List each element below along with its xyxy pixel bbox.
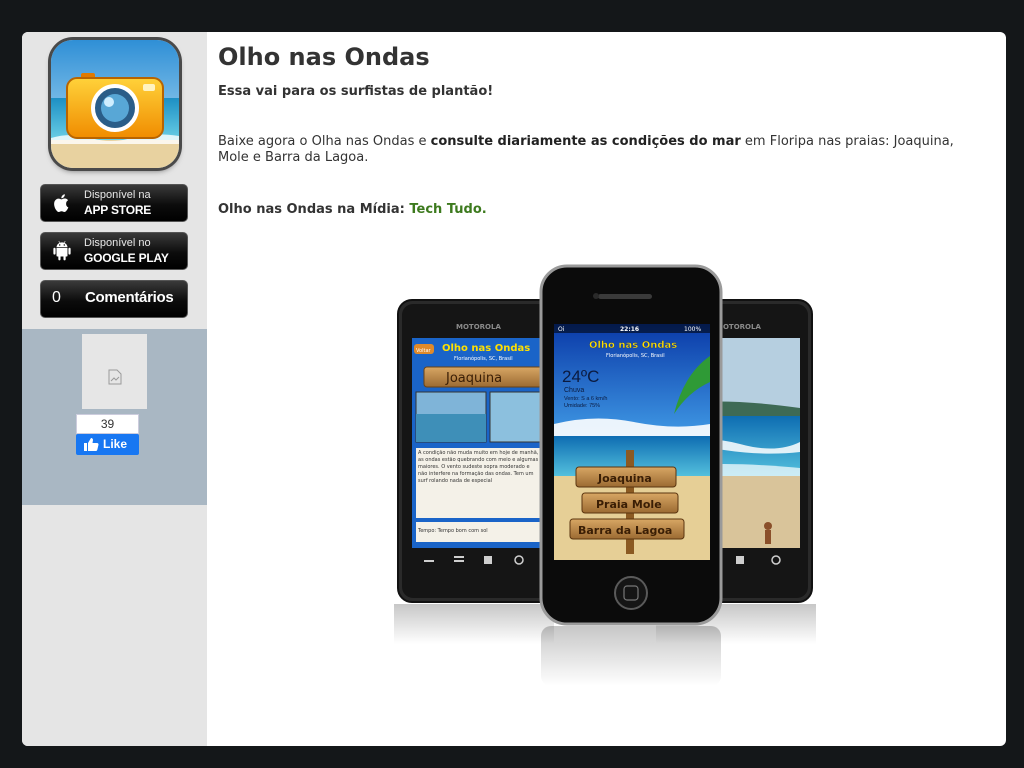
left-phone: MOTOROLA Voltar Olho nas Ondas Florianóp… [397,299,555,603]
facebook-like-button[interactable]: Like [76,434,139,455]
media-label: Olho nas Ondas na Mídia: [218,202,410,217]
left-condition-text: A condição não muda muito em hoje de man… [418,450,539,484]
social-box: 39 Like [22,329,207,505]
comments-count: 0 [52,289,61,306]
thumbs-up-icon [84,438,99,451]
center-condition: Chuva [564,387,584,394]
comments-button[interactable]: 0 Comentários [40,280,188,318]
sidebar: Disponível na APP STORE Disponível no GO… [22,32,207,746]
description-part1: Baixe agora o Olha nas Ondas e [218,134,431,149]
left-phone-brand: MOTOROLA [456,323,501,331]
tech-tudo-link[interactable]: Tech Tudo. [409,202,486,217]
center-humidity: Umidade: 75% [564,403,600,409]
media-line: Olho nas Ondas na Mídia: Tech Tudo. [218,202,487,217]
center-clock: 22:16 [620,326,639,333]
page-title: Olho nas Ondas [218,43,430,71]
broken-image-icon [108,369,122,385]
page-subtitle: Essa vai para os surfistas de plantão! [218,84,494,99]
broken-image-placeholder [82,334,147,409]
google-play-button[interactable]: Disponível no GOOGLE PLAY [40,232,188,270]
phones-illustration: MOTOROLA Voltar Olho nas Ondas Florianóp… [394,264,816,686]
right-phone-brand: MOTOROLA [716,323,761,331]
camera-beach-icon [51,40,179,168]
left-back-button: Voltar [416,348,432,354]
center-sign-3: Barra da Lagoa [578,524,672,537]
home-button [614,576,648,610]
like-count: 39 [76,414,139,434]
center-location: Florianópolis, SC, Brasil [606,352,665,359]
center-iphone: Oi 22:16 100% Olho nas Ondas Florianópol… [539,264,723,626]
android-icon [53,240,71,261]
apple-icon [54,194,69,212]
like-label: Like [103,437,128,451]
google-play-line1: Disponível no [84,237,151,249]
center-app-title: Olho nas Ondas [589,340,677,351]
center-wind: Vento: S a 6 km/h [564,396,607,402]
center-carrier: Oi [558,326,565,333]
center-sign-2: Praia Mole [596,498,662,511]
center-phone-reflection [541,626,721,686]
google-play-line2: GOOGLE PLAY [84,251,169,265]
app-store-line2: APP STORE [84,203,152,217]
left-sign: Joaquina [445,371,502,386]
description-paragraph: Baixe agora o Olha nas Ondas e consulte … [218,134,978,166]
left-weather-text: Tempo: Tempo bom com sol [417,528,488,534]
comments-label: Comentários [85,289,174,306]
app-store-line1: Disponível na [84,189,151,201]
center-temperature: 24ºC [562,367,599,386]
description-bold: consulte diariamente as condições do mar [430,134,741,149]
center-battery: 100% [684,326,701,333]
center-sign-1: Joaquina [597,472,652,485]
left-app-title: Olho nas Ondas [442,343,530,354]
app-icon [51,40,179,168]
left-location: Florianópolis, SC, Brasil [454,355,513,362]
left-phone-reflection [394,604,554,644]
page-frame: Disponível na APP STORE Disponível no GO… [22,32,1006,746]
app-store-button[interactable]: Disponível na APP STORE [40,184,188,222]
